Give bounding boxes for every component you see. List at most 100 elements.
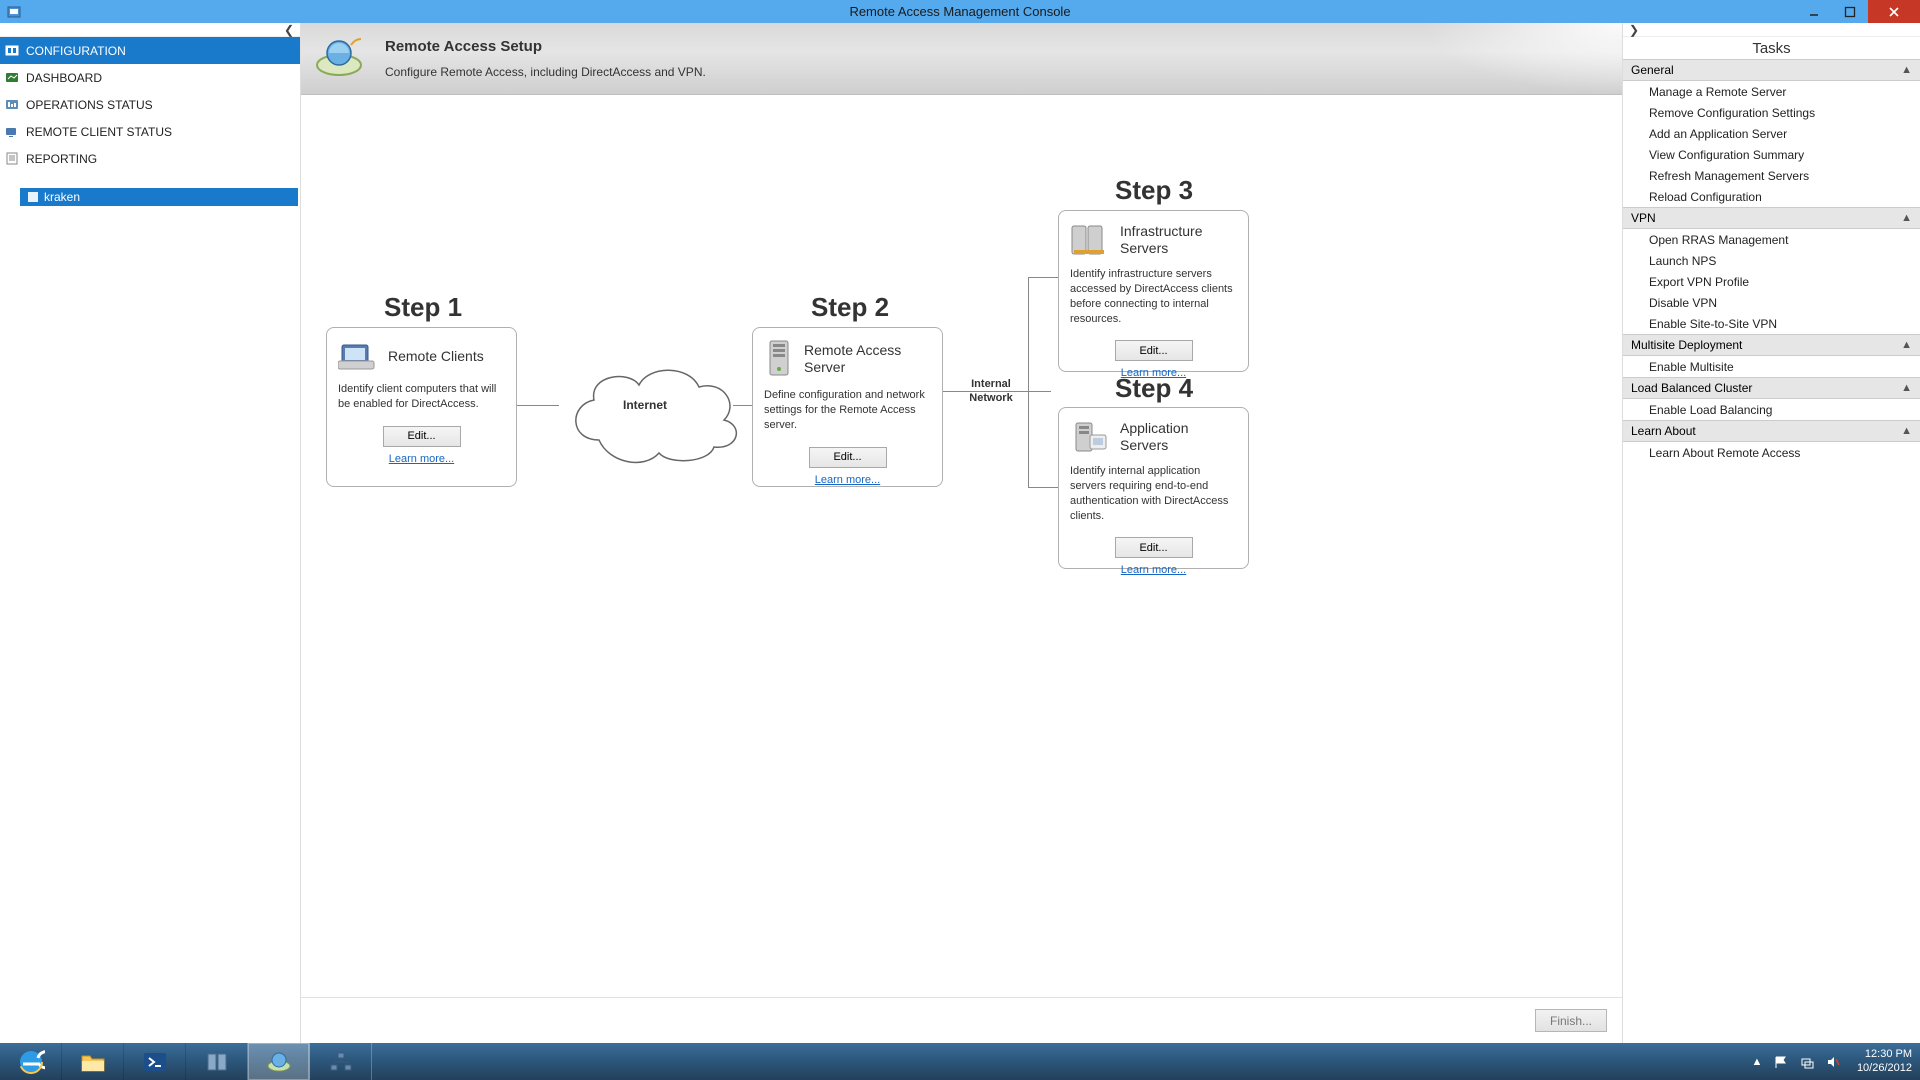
chevron-up-icon: ▲ [1901, 425, 1912, 437]
tray-date: 10/26/2012 [1857, 1062, 1912, 1076]
task-add-app-server[interactable]: Add an Application Server [1623, 123, 1920, 144]
powershell-icon [141, 1050, 169, 1074]
step-3-edit-button[interactable]: Edit... [1115, 340, 1193, 361]
step-1-title: Remote Clients [388, 348, 484, 365]
finish-button[interactable]: Finish... [1535, 1009, 1607, 1032]
chevron-up-icon: ▲ [1901, 64, 1912, 76]
connector-to-step4 [1028, 487, 1062, 488]
step-1-learn-link[interactable]: Learn more... [338, 453, 505, 465]
task-remove-config-settings[interactable]: Remove Configuration Settings [1623, 102, 1920, 123]
step-2-learn-link[interactable]: Learn more... [764, 474, 931, 486]
step-1-desc: Identify client computers that will be e… [338, 382, 505, 412]
step-2-title: Remote Access Server [804, 342, 931, 376]
taskbar-explorer-button[interactable] [62, 1043, 124, 1080]
configuration-icon [5, 44, 20, 57]
remote-access-taskbar-icon [265, 1050, 293, 1074]
nav-item-dashboard[interactable]: DASHBOARD [0, 64, 300, 91]
nav-collapse-button[interactable]: ❮ [0, 23, 300, 37]
application-servers-icon [1070, 419, 1110, 455]
task-export-vpn-profile[interactable]: Export VPN Profile [1623, 271, 1920, 292]
task-enable-load-balancing[interactable]: Enable Load Balancing [1623, 399, 1920, 420]
server-node-icon [28, 192, 38, 202]
task-group-learn-about[interactable]: Learn About ▲ [1623, 420, 1920, 442]
minimize-button[interactable] [1796, 0, 1832, 23]
network-icon [327, 1050, 355, 1074]
internet-cloud [559, 345, 749, 480]
step-3-box: Infrastructure Servers Identify infrastr… [1058, 210, 1249, 372]
step-2-edit-button[interactable]: Edit... [809, 447, 887, 468]
client-status-icon [5, 125, 20, 138]
step-3-heading: Step 3 [1115, 175, 1193, 206]
remote-clients-icon [338, 339, 378, 373]
step-1-box: Remote Clients Identify client computers… [326, 327, 517, 487]
task-reload-config[interactable]: Reload Configuration [1623, 186, 1920, 207]
nav-item-operations-status[interactable]: OPERATIONS STATUS [0, 91, 300, 118]
tasks-collapse-button[interactable]: ❯ [1623, 23, 1920, 37]
internal-label-1: Internal [971, 378, 1011, 390]
tray-time: 12:30 PM [1857, 1048, 1912, 1062]
task-enable-s2s-vpn[interactable]: Enable Site-to-Site VPN [1623, 313, 1920, 334]
connector-to-step3 [1028, 277, 1062, 278]
tasks-title: Tasks [1623, 37, 1920, 59]
folder-icon [79, 1050, 107, 1074]
banner-subtitle: Configure Remote Access, including Direc… [385, 65, 706, 79]
step-1-heading: Step 1 [384, 292, 462, 323]
nav-label: OPERATIONS STATUS [26, 98, 153, 112]
taskbar: ▲ 12:30 PM 10/26/2012 [0, 1043, 1920, 1080]
infrastructure-servers-icon [1070, 222, 1110, 258]
taskbar-server-manager-button[interactable] [186, 1043, 248, 1080]
internet-label: Internet [623, 398, 667, 412]
task-launch-nps[interactable]: Launch NPS [1623, 250, 1920, 271]
chevron-up-icon: ▲ [1901, 382, 1912, 394]
flag-icon[interactable] [1773, 1054, 1789, 1070]
task-group-multisite[interactable]: Multisite Deployment ▲ [1623, 334, 1920, 356]
nav-item-remote-client-status[interactable]: REMOTE CLIENT STATUS [0, 118, 300, 145]
step-4-heading: Step 4 [1115, 373, 1193, 404]
taskbar-remote-access-button[interactable] [248, 1043, 310, 1080]
nav-item-configuration[interactable]: CONFIGURATION [0, 37, 300, 64]
tray-clock[interactable]: 12:30 PM 10/26/2012 [1851, 1048, 1912, 1076]
internal-network-label: Internal Network [956, 378, 1026, 406]
task-group-general[interactable]: General ▲ [1623, 59, 1920, 81]
step-2-desc: Define configuration and network setting… [764, 388, 931, 433]
task-group-vpn[interactable]: VPN ▲ [1623, 207, 1920, 229]
app-icon [6, 4, 22, 20]
task-enable-multisite[interactable]: Enable Multisite [1623, 356, 1920, 377]
taskbar-network-button[interactable] [310, 1043, 372, 1080]
chevron-up-icon: ▲ [1901, 339, 1912, 351]
nav-label: CONFIGURATION [26, 44, 126, 58]
maximize-button[interactable] [1832, 0, 1868, 23]
task-disable-vpn[interactable]: Disable VPN [1623, 292, 1920, 313]
system-tray: ▲ 12:30 PM 10/26/2012 [1751, 1043, 1920, 1080]
task-manage-remote-server[interactable]: Manage a Remote Server [1623, 81, 1920, 102]
nav-label: DASHBOARD [26, 71, 102, 85]
network-tray-icon[interactable] [1799, 1054, 1815, 1070]
step-3-title: Infrastructure Servers [1120, 223, 1237, 257]
ie-icon [17, 1048, 45, 1076]
step-4-box: Application Servers Identify internal ap… [1058, 407, 1249, 569]
task-group-label: Multisite Deployment [1631, 338, 1742, 352]
left-nav: ❮ CONFIGURATION DASHBOARD OPERATIONS STA… [0, 23, 301, 1043]
step-4-learn-link[interactable]: Learn more... [1070, 564, 1237, 576]
connector-1 [517, 405, 559, 406]
volume-icon[interactable] [1825, 1054, 1841, 1070]
main-content: Remote Access Setup Configure Remote Acc… [301, 23, 1622, 1043]
tray-overflow-button[interactable]: ▲ [1751, 1056, 1763, 1068]
step-4-edit-button[interactable]: Edit... [1115, 537, 1193, 558]
close-button[interactable] [1868, 0, 1920, 23]
nav-sub-item-server[interactable]: kraken [20, 188, 298, 206]
taskbar-powershell-button[interactable] [124, 1043, 186, 1080]
task-learn-about-remote-access[interactable]: Learn About Remote Access [1623, 442, 1920, 463]
task-open-rras[interactable]: Open RRAS Management [1623, 229, 1920, 250]
server-manager-icon [203, 1050, 231, 1074]
tasks-panel: ❯ Tasks General ▲ Manage a Remote Server… [1622, 23, 1920, 1043]
step-1-edit-button[interactable]: Edit... [383, 426, 461, 447]
taskbar-ie-button[interactable] [0, 1043, 62, 1080]
task-refresh-mgmt-servers[interactable]: Refresh Management Servers [1623, 165, 1920, 186]
chevron-up-icon: ▲ [1901, 212, 1912, 224]
task-view-config-summary[interactable]: View Configuration Summary [1623, 144, 1920, 165]
nav-item-reporting[interactable]: REPORTING [0, 145, 300, 172]
task-group-loadbalanced[interactable]: Load Balanced Cluster ▲ [1623, 377, 1920, 399]
remote-access-icon [311, 31, 367, 87]
wizard-footer: Finish... [301, 997, 1622, 1043]
